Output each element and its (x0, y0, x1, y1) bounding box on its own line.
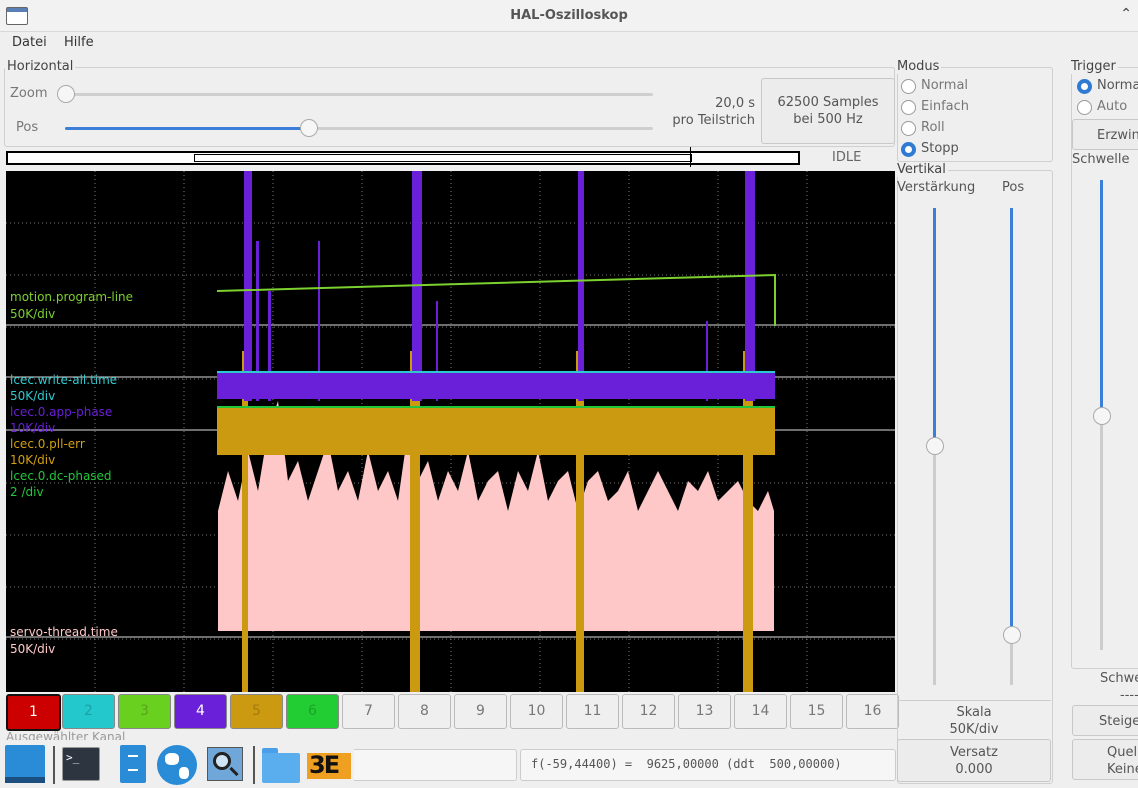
samples-count: 62500 Samples (777, 95, 879, 110)
vertical-pos-slider-handle[interactable] (1003, 626, 1021, 644)
trigger-title: Trigger (1069, 59, 1118, 74)
zoom-slider-handle[interactable] (57, 85, 75, 103)
radio-selected-icon (901, 142, 916, 157)
channel-button-12[interactable]: 12 (622, 694, 675, 729)
taskbar-separator (253, 746, 255, 784)
folder-icon[interactable] (262, 745, 302, 785)
offset-button[interactable]: Versatz 0.000 (897, 739, 1051, 782)
channel-button-7[interactable]: 7 (342, 694, 395, 729)
channel-button-11[interactable]: 11 (566, 694, 619, 729)
gain-label: Verstärkung (897, 180, 976, 195)
record-position-bar[interactable] (6, 147, 800, 167)
label-servo-thread-time[interactable]: servo-thread.time 50K/div (10, 624, 118, 658)
channel-button-2[interactable]: 2 (62, 694, 115, 729)
pos-slider-fill (65, 127, 308, 130)
threshold-slider-handle[interactable] (1093, 407, 1111, 425)
horizontal-title: Horizontal (5, 59, 76, 74)
channel-button-16[interactable]: 16 (846, 694, 899, 729)
radio-icon (1077, 100, 1092, 115)
force-trigger-button[interactable]: Erzwingen (1072, 119, 1138, 150)
trigger-slope-button[interactable]: Steigend (1072, 705, 1138, 736)
selected-channel-field[interactable] (350, 749, 517, 781)
time-per-div: 20,0 s pro Teilstrich (660, 95, 755, 129)
desktop-icon[interactable] (5, 745, 45, 785)
scope-traces (6, 171, 895, 692)
divider (897, 700, 1051, 701)
channel-button-14[interactable]: 14 (734, 694, 787, 729)
scope-display[interactable]: motion.program-line 50K/div lcec.write-a… (6, 171, 895, 692)
pos-slider-handle[interactable] (300, 119, 318, 137)
gain-slider-handle[interactable] (926, 437, 944, 455)
channel-button-10[interactable]: 10 (510, 694, 563, 729)
threshold-slider-fill (1100, 180, 1103, 415)
trigger-panel: Trigger Normal Auto Erzwingen Schwelle S… (1056, 0, 1138, 788)
record-visible-window (194, 154, 692, 162)
radio-icon (901, 79, 916, 94)
radio-selected-icon (1077, 79, 1092, 94)
mode-title: Modus (895, 59, 942, 74)
channel-button-5[interactable]: 5 (230, 694, 283, 729)
taskbar-separator (53, 746, 55, 784)
pos-label: Pos (16, 120, 39, 135)
channel-button-1[interactable]: 1 (6, 694, 61, 731)
time-per-div-value: 20,0 s (715, 96, 755, 111)
title-bar: HAL-Oszilloskop ⌃ (0, 0, 1138, 32)
acquisition-status: IDLE (832, 150, 862, 165)
channel-button-4[interactable]: 4 (174, 694, 227, 729)
radio-icon (901, 121, 916, 136)
zoom-label: Zoom (10, 86, 48, 101)
label-group-lcec[interactable]: lcec.write-all.time 50K/div lcec.0.app-p… (10, 372, 117, 500)
cursor-readout: f(-59,44400) = 9625,00000 (ddt 500,00000… (531, 757, 842, 771)
readout-field: f(-59,44400) = 9625,00000 (ddt 500,00000… (520, 749, 896, 781)
terminal-icon[interactable]: >_ (62, 745, 102, 785)
channel-button-8[interactable]: 8 (398, 694, 451, 729)
channel-button-6[interactable]: 6 (286, 694, 339, 729)
trace-app-phase (217, 371, 775, 399)
vertical-group (897, 170, 1053, 784)
vertical-pos-label: Pos (1002, 180, 1025, 195)
vertical-pos-slider-fill (1010, 208, 1013, 634)
trace-pll-err (217, 407, 775, 455)
time-per-div-unit: pro Teilstrich (672, 113, 755, 128)
file-cabinet-icon[interactable] (116, 745, 156, 785)
channel-button-15[interactable]: 15 (790, 694, 843, 729)
samples-button[interactable]: 62500 Samples bei 500 Hz (761, 78, 895, 144)
channel-button-9[interactable]: 9 (454, 694, 507, 729)
channel-button-3[interactable]: 3 (118, 694, 171, 729)
scale-display: Skala 50K/div (949, 705, 999, 737)
menu-file[interactable]: Datei (12, 35, 47, 50)
menu-help[interactable]: Hilfe (64, 35, 94, 50)
label-motion-program-line[interactable]: motion.program-line 50K/div (10, 289, 133, 323)
trigger-source-button[interactable]: Quelle Keine (1072, 739, 1138, 780)
trigger-marker (690, 147, 691, 167)
window-title: HAL-Oszilloskop (510, 8, 628, 23)
browser-globe-icon[interactable] (157, 745, 197, 785)
threshold-display: Schwelle ---- (1100, 671, 1138, 703)
samples-rate: bei 500 Hz (793, 112, 863, 127)
trace-program-line (216, 273, 776, 326)
vertical-title: Vertikal (895, 162, 948, 177)
app-logo-icon[interactable]: 3E (307, 745, 351, 785)
gain-slider-fill (933, 208, 936, 446)
radio-icon (901, 100, 916, 115)
threshold-label: Schwelle (1072, 152, 1130, 167)
zoom-slider-track[interactable] (65, 93, 653, 96)
menu-bar: Datei Hilfe (0, 31, 1138, 55)
search-icon[interactable] (207, 745, 247, 785)
channel-button-13[interactable]: 13 (678, 694, 731, 729)
